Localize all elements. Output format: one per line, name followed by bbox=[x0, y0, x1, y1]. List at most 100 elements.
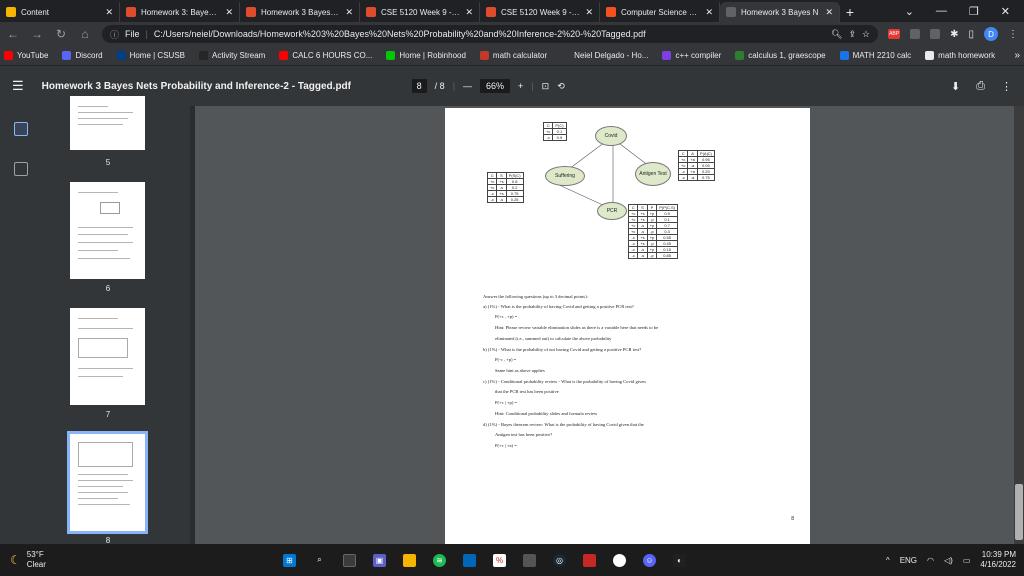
minimize-button[interactable]: — bbox=[936, 5, 947, 17]
zoom-icon[interactable]: 🔍︎ bbox=[831, 29, 842, 40]
tab-title: Content bbox=[21, 7, 50, 17]
bookmark-item[interactable]: Discord bbox=[62, 51, 103, 60]
bookmark-item[interactable]: calculus 1, graescope bbox=[735, 51, 826, 60]
file-explorer-icon[interactable] bbox=[403, 553, 416, 567]
browser-tab[interactable]: Content ✕ bbox=[0, 2, 120, 22]
weather-temp: 53°F bbox=[26, 550, 44, 559]
zoom-input[interactable]: 66% bbox=[480, 79, 511, 93]
tab-close-icon[interactable]: ✕ bbox=[105, 7, 113, 18]
back-icon[interactable]: ← bbox=[6, 27, 20, 41]
steamvr-icon[interactable]: ◐ bbox=[673, 553, 686, 567]
page-thumbnail-6[interactable] bbox=[70, 308, 145, 405]
bookmark-item[interactable]: Activity Stream bbox=[199, 51, 265, 60]
tray-chevron-icon[interactable]: ^ bbox=[886, 556, 890, 565]
task-view-icon[interactable] bbox=[343, 553, 356, 567]
thumbnails-icon[interactable] bbox=[14, 122, 28, 136]
browser-tab[interactable]: CSE 5120 Week 9 - Ba ✕ bbox=[480, 2, 600, 22]
teams-icon[interactable]: ▣ bbox=[373, 553, 386, 567]
extension-icon-2[interactable] bbox=[930, 29, 941, 39]
tab-close-icon[interactable]: ✕ bbox=[225, 7, 233, 18]
bookmark-favicon-icon bbox=[479, 51, 489, 60]
bookmark-item[interactable]: Neiel Delgado - Ho... bbox=[561, 51, 648, 60]
close-window-button[interactable]: ✕ bbox=[1001, 5, 1010, 18]
calculator-icon[interactable]: % bbox=[493, 553, 506, 567]
share-icon[interactable]: ⇪ bbox=[848, 29, 856, 40]
bookmark-item[interactable]: math homework bbox=[925, 51, 995, 60]
tab-search-icon[interactable]: ⌄ bbox=[905, 5, 914, 18]
info-icon[interactable]: ⓘ bbox=[110, 28, 119, 41]
viewer-scroll-thumb[interactable] bbox=[1015, 484, 1023, 540]
browser-tab[interactable]: Homework 3 Bayes N ✕ bbox=[720, 2, 840, 22]
bookmark-label: Home | CSUSB bbox=[129, 51, 185, 60]
spotify-icon[interactable]: ≋ bbox=[433, 553, 446, 567]
more-options-icon[interactable]: ⋮ bbox=[1001, 80, 1012, 93]
battery-icon[interactable]: ▭ bbox=[963, 556, 971, 565]
thumbnail-page-number: 7 bbox=[105, 410, 111, 419]
cpt-antigen: C A P(A|C) +c +a 0.95 +c -a 0.05 -c +a 0.25 -c -a… bbox=[677, 150, 715, 181]
reload-icon[interactable]: ↻ bbox=[54, 27, 68, 41]
clock[interactable]: 10:39 PM 4/16/2022 bbox=[980, 550, 1016, 570]
tab-close-icon[interactable]: ✕ bbox=[465, 7, 473, 18]
discord-icon[interactable]: ☺ bbox=[643, 553, 656, 567]
tab-close-icon[interactable]: ✕ bbox=[705, 7, 713, 18]
adblock-extension-icon[interactable]: ABP bbox=[888, 29, 901, 39]
bookmark-item[interactable]: c++ compiler bbox=[662, 51, 721, 60]
bookmark-label: CALC 6 HOURS CO... bbox=[292, 51, 373, 60]
chrome-menu-icon[interactable]: ⋮ bbox=[1008, 29, 1018, 40]
page-thumbnail-8[interactable] bbox=[67, 431, 148, 534]
rotate-icon[interactable]: ⟲ bbox=[557, 81, 565, 92]
address-bar[interactable]: ⓘ File | C:/Users/neiel/Downloads/Homewo… bbox=[102, 25, 879, 43]
home-icon[interactable]: ⌂ bbox=[78, 27, 92, 41]
bookmark-star-icon[interactable]: ☆ bbox=[862, 29, 870, 40]
start-icon[interactable]: ⊞ bbox=[283, 553, 296, 567]
tab-favicon-icon bbox=[486, 7, 496, 17]
zoom-in-icon[interactable]: + bbox=[518, 81, 523, 91]
forward-icon[interactable]: → bbox=[30, 27, 44, 41]
tab-favicon-icon bbox=[726, 7, 736, 17]
browser-tab[interactable]: Homework 3: Bayes N ✕ bbox=[120, 2, 240, 22]
volume-icon[interactable]: ◁) bbox=[944, 556, 953, 565]
download-icon[interactable]: ⬇ bbox=[951, 80, 960, 93]
print-icon[interactable]: ⎙ bbox=[976, 80, 985, 93]
new-tab-button[interactable]: + bbox=[840, 2, 860, 22]
tab-close-icon[interactable]: ✕ bbox=[585, 7, 593, 18]
browser-tab[interactable]: CSE 5120 Week 9 - Ba ✕ bbox=[360, 2, 480, 22]
question-line: Answer the following questions (up to 3 … bbox=[483, 294, 588, 299]
side-panel-icon[interactable]: ▯ bbox=[968, 29, 974, 40]
page-thumbnail-4[interactable] bbox=[70, 96, 145, 150]
browser-tab[interactable]: Computer Science que ✕ bbox=[600, 2, 720, 22]
profile-avatar[interactable]: D bbox=[984, 27, 998, 41]
page-number-input[interactable]: 8 bbox=[411, 79, 427, 93]
tab-favicon-icon bbox=[126, 7, 136, 17]
bookmark-item[interactable]: math calculator bbox=[479, 51, 547, 60]
bookmark-item[interactable]: YouTube bbox=[4, 51, 48, 60]
bookmark-item[interactable]: Home | Robinhood bbox=[386, 51, 466, 60]
bookmark-item[interactable]: Home | CSUSB bbox=[116, 51, 185, 60]
bookmark-item[interactable]: CALC 6 HOURS CO... bbox=[279, 51, 372, 60]
page-thumbnail-5[interactable] bbox=[70, 182, 145, 279]
chrome-icon[interactable]: ◉ bbox=[613, 553, 626, 567]
popcorn-icon[interactable] bbox=[583, 553, 596, 567]
bookmark-favicon-icon bbox=[839, 51, 849, 60]
search-icon[interactable]: ⌕ bbox=[313, 554, 326, 567]
bookmark-item[interactable]: MATH 2210 calc bbox=[839, 51, 911, 60]
bookmarks-overflow-icon[interactable]: » bbox=[1014, 50, 1020, 61]
app-icon[interactable] bbox=[523, 553, 536, 567]
extensions-puzzle-icon[interactable]: ✱ bbox=[950, 29, 958, 40]
extension-icon[interactable] bbox=[910, 29, 921, 39]
store-icon[interactable] bbox=[463, 553, 476, 567]
steam-icon[interactable]: ◎ bbox=[553, 553, 566, 567]
zoom-out-icon[interactable]: — bbox=[463, 81, 472, 91]
browser-tab[interactable]: Homework 3 Bayes Ne ✕ bbox=[240, 2, 360, 22]
fit-page-icon[interactable]: ⊡ bbox=[542, 81, 550, 92]
wifi-icon[interactable]: ◠ bbox=[927, 556, 934, 565]
language-indicator[interactable]: ENG bbox=[900, 556, 917, 565]
tab-close-icon[interactable]: ✕ bbox=[825, 7, 833, 18]
viewer-scrollbar[interactable] bbox=[1014, 106, 1024, 544]
outline-icon[interactable] bbox=[14, 162, 28, 176]
tab-close-icon[interactable]: ✕ bbox=[345, 7, 353, 18]
sidebar-menu-icon[interactable]: ☰ bbox=[12, 78, 24, 94]
weather-widget[interactable]: ☾ 53°F Clear bbox=[0, 550, 250, 570]
question-line: P(+c , +p) = bbox=[495, 314, 518, 319]
restore-button[interactable]: ❐ bbox=[969, 5, 979, 18]
